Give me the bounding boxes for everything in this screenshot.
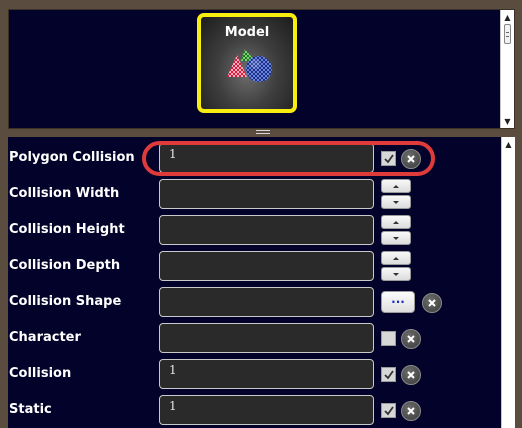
properties-panel: Polygon Collision 1 Collision Width Coll…: [0, 137, 522, 428]
clear-button[interactable]: [401, 329, 421, 349]
close-icon: [407, 335, 415, 343]
chevron-up-icon: [393, 256, 399, 260]
scroll-up-arrow-icon[interactable]: ▲: [501, 11, 514, 23]
chevron-down-icon: [393, 200, 399, 204]
decrement-button[interactable]: [381, 267, 411, 281]
close-icon: [407, 371, 415, 379]
close-icon: [407, 407, 415, 415]
numeric-stepper[interactable]: [381, 251, 411, 281]
chevron-down-icon: [393, 272, 399, 276]
scroll-up-arrow-icon[interactable]: ▲: [502, 138, 515, 150]
clear-button[interactable]: [401, 401, 421, 421]
property-row-character: Character: [8, 323, 498, 353]
decrement-button[interactable]: [381, 231, 411, 245]
property-value-field[interactable]: [159, 287, 374, 317]
property-row-collision-width: Collision Width: [8, 179, 498, 209]
panel-splitter[interactable]: [8, 129, 515, 137]
property-label: Static: [9, 402, 52, 417]
close-icon: [428, 299, 436, 307]
properties-scrollbar[interactable]: ▲: [501, 137, 515, 428]
chevron-up-icon: [393, 220, 399, 224]
property-label: Collision Width: [9, 186, 120, 201]
increment-button[interactable]: [381, 179, 411, 193]
property-row-static: Static 1: [8, 395, 498, 425]
model-tile[interactable]: Model: [197, 13, 297, 113]
property-value-field[interactable]: 1: [159, 395, 374, 425]
chevron-down-icon: [393, 236, 399, 240]
model-panel: Model ▲ ▼: [8, 9, 515, 129]
property-checkbox[interactable]: [381, 331, 396, 346]
property-label: Collision Shape: [9, 294, 122, 309]
scroll-down-arrow-icon[interactable]: ▼: [501, 115, 514, 127]
property-row-collision: Collision 1: [8, 359, 498, 389]
model-panel-scrollbar[interactable]: ▲ ▼: [500, 10, 514, 128]
checkmark-icon: [383, 369, 394, 379]
numeric-stepper[interactable]: [381, 215, 411, 245]
property-label: Collision Height: [9, 222, 125, 237]
chevron-up-icon: [393, 184, 399, 188]
scrollbar-thumb[interactable]: [504, 24, 511, 44]
property-checkbox[interactable]: [381, 367, 396, 382]
increment-button[interactable]: [381, 251, 411, 265]
property-label: Character: [9, 330, 81, 345]
decrement-button[interactable]: [381, 195, 411, 209]
splitter-grip-icon[interactable]: [256, 130, 270, 136]
property-row-collision-shape: Collision Shape ...: [8, 287, 498, 317]
increment-button[interactable]: [381, 215, 411, 229]
property-checkbox[interactable]: [381, 403, 396, 418]
property-value-field[interactable]: 1: [159, 359, 374, 389]
property-row-collision-height: Collision Height: [8, 215, 498, 245]
property-label: Collision: [9, 366, 72, 381]
model-primitives-icon: [227, 49, 272, 82]
highlight-annotation: [142, 141, 435, 176]
numeric-stepper[interactable]: [381, 179, 411, 209]
property-value-field[interactable]: [159, 251, 374, 281]
clear-button[interactable]: [401, 365, 421, 385]
model-title: Model: [224, 25, 270, 40]
clear-button[interactable]: [422, 293, 442, 313]
property-row-collision-depth: Collision Depth: [8, 251, 498, 281]
checkmark-icon: [383, 405, 394, 415]
browse-button[interactable]: ...: [381, 291, 415, 313]
property-label: Polygon Collision: [9, 150, 135, 165]
property-value-field[interactable]: [159, 323, 374, 353]
property-label: Collision Depth: [9, 258, 121, 273]
property-value-field[interactable]: [159, 179, 374, 209]
property-value-field[interactable]: [159, 215, 374, 245]
